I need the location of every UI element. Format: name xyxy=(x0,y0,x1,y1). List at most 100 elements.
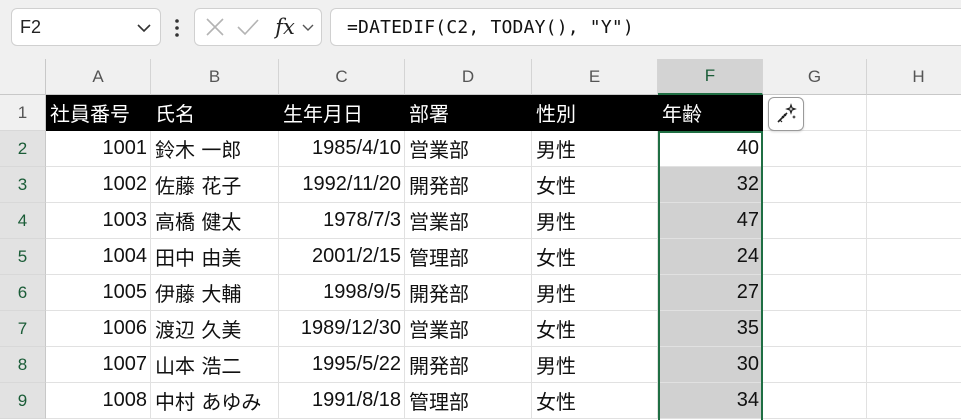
cell-employee-id[interactable]: 1004 xyxy=(46,239,151,275)
cell-name[interactable]: 佐藤 花子 xyxy=(151,167,279,203)
cell-empty[interactable] xyxy=(867,167,961,203)
row-header-5[interactable]: 5 xyxy=(0,239,46,275)
cell-gender[interactable]: 男性 xyxy=(532,347,658,383)
row-header-7[interactable]: 7 xyxy=(0,311,46,347)
cancel-icon[interactable] xyxy=(201,9,229,45)
cell-age[interactable]: 30 xyxy=(658,347,763,383)
cell-employee-id[interactable]: 1005 xyxy=(46,275,151,311)
header-cell-birthdate[interactable]: 生年月日 xyxy=(279,95,405,131)
cell-birthdate[interactable]: 1989/12/30 xyxy=(279,311,405,347)
cell-employee-id[interactable]: 1002 xyxy=(46,167,151,203)
cell-name[interactable]: 中村 あゆみ xyxy=(151,383,279,419)
row-header-8[interactable]: 8 xyxy=(0,347,46,383)
cell-birthdate[interactable]: 1992/11/20 xyxy=(279,167,405,203)
cell-birthdate[interactable]: 1991/8/18 xyxy=(279,383,405,419)
cell-empty[interactable] xyxy=(763,383,867,419)
cell-age[interactable]: 27 xyxy=(658,275,763,311)
header-cell-age[interactable]: 年齢 xyxy=(658,95,763,131)
cell-department[interactable]: 管理部 xyxy=(405,383,532,419)
cell-employee-id[interactable]: 1008 xyxy=(46,383,151,419)
cell-department[interactable]: 営業部 xyxy=(405,203,532,239)
cell-age[interactable]: 35 xyxy=(658,311,763,347)
cell-name[interactable]: 高橋 健太 xyxy=(151,203,279,239)
more-options-icon[interactable] xyxy=(172,17,182,39)
cell-name[interactable]: 山本 浩二 xyxy=(151,347,279,383)
cell-gender[interactable]: 女性 xyxy=(532,383,658,419)
cell-birthdate[interactable]: 1978/7/3 xyxy=(279,203,405,239)
cell-gender[interactable]: 男性 xyxy=(532,203,658,239)
cell-employee-id[interactable]: 1003 xyxy=(46,203,151,239)
name-box-value: F2 xyxy=(20,17,42,37)
cell-empty[interactable] xyxy=(867,347,961,383)
cell-department[interactable]: 営業部 xyxy=(405,311,532,347)
cell-department[interactable]: 開発部 xyxy=(405,275,532,311)
cell-empty[interactable] xyxy=(763,239,867,275)
cell-h1[interactable] xyxy=(867,95,961,131)
formula-bar: F2 fx =DATEDIF(C2, TODAY(), "Y") xyxy=(0,0,961,59)
row-header-6[interactable]: 6 xyxy=(0,275,46,311)
column-header-f[interactable]: F xyxy=(658,59,763,95)
cell-name[interactable]: 田中 由美 xyxy=(151,239,279,275)
cell-employee-id[interactable]: 1007 xyxy=(46,347,151,383)
cell-department[interactable]: 営業部 xyxy=(405,131,532,167)
column-header-b[interactable]: B xyxy=(151,59,279,95)
cell-age[interactable]: 24 xyxy=(658,239,763,275)
row-header-2[interactable]: 2 xyxy=(0,131,46,167)
column-header-g[interactable]: G xyxy=(763,59,867,95)
check-icon[interactable] xyxy=(233,9,263,45)
cell-employee-id[interactable]: 1006 xyxy=(46,311,151,347)
cell-empty[interactable] xyxy=(763,167,867,203)
column-header-a[interactable]: A xyxy=(46,59,151,95)
select-all-corner[interactable] xyxy=(0,59,46,95)
cell-name[interactable]: 鈴木 一郎 xyxy=(151,131,279,167)
cell-birthdate[interactable]: 1998/9/5 xyxy=(279,275,405,311)
row-header-9[interactable]: 9 xyxy=(0,383,46,419)
cell-department[interactable]: 開発部 xyxy=(405,167,532,203)
cell-empty[interactable] xyxy=(867,275,961,311)
row-header-4[interactable]: 4 xyxy=(0,203,46,239)
cell-empty[interactable] xyxy=(867,239,961,275)
cell-name[interactable]: 伊藤 大輔 xyxy=(151,275,279,311)
cell-empty[interactable] xyxy=(867,383,961,419)
cell-age[interactable]: 47 xyxy=(658,203,763,239)
cell-birthdate[interactable]: 2001/2/15 xyxy=(279,239,405,275)
cell-empty[interactable] xyxy=(867,131,961,167)
cell-empty[interactable] xyxy=(763,203,867,239)
chevron-down-icon[interactable] xyxy=(299,9,317,45)
cell-empty[interactable] xyxy=(763,311,867,347)
row-header-3[interactable]: 3 xyxy=(0,167,46,203)
cell-employee-id[interactable]: 1001 xyxy=(46,131,151,167)
header-cell-department[interactable]: 部署 xyxy=(405,95,532,131)
name-box[interactable]: F2 xyxy=(11,8,161,46)
cell-gender[interactable]: 女性 xyxy=(532,311,658,347)
header-cell-name[interactable]: 氏名 xyxy=(151,95,279,131)
insert-function-button[interactable]: fx xyxy=(271,9,299,45)
chevron-down-icon[interactable] xyxy=(134,18,154,38)
column-header-d[interactable]: D xyxy=(405,59,532,95)
row-header-1[interactable]: 1 xyxy=(0,95,46,131)
column-header-e[interactable]: E xyxy=(532,59,658,95)
header-cell-employee-id[interactable]: 社員番号 xyxy=(46,95,151,131)
cell-department[interactable]: 管理部 xyxy=(405,239,532,275)
cell-empty[interactable] xyxy=(763,275,867,311)
cell-name[interactable]: 渡辺 久美 xyxy=(151,311,279,347)
cell-birthdate[interactable]: 1995/5/22 xyxy=(279,347,405,383)
cell-gender[interactable]: 男性 xyxy=(532,275,658,311)
cell-empty[interactable] xyxy=(763,347,867,383)
quick-analysis-button[interactable] xyxy=(768,97,804,131)
cell-age-active[interactable]: 40 xyxy=(658,131,763,167)
cell-empty[interactable] xyxy=(763,131,867,167)
cell-empty[interactable] xyxy=(867,311,961,347)
column-header-h[interactable]: H xyxy=(867,59,961,95)
cell-gender[interactable]: 女性 xyxy=(532,239,658,275)
cell-department[interactable]: 開発部 xyxy=(405,347,532,383)
formula-input[interactable]: =DATEDIF(C2, TODAY(), "Y") xyxy=(330,8,961,46)
cell-age[interactable]: 32 xyxy=(658,167,763,203)
cell-age[interactable]: 34 xyxy=(658,383,763,419)
column-header-c[interactable]: C xyxy=(279,59,405,95)
cell-empty[interactable] xyxy=(867,203,961,239)
cell-birthdate[interactable]: 1985/4/10 xyxy=(279,131,405,167)
header-cell-gender[interactable]: 性別 xyxy=(532,95,658,131)
cell-gender[interactable]: 男性 xyxy=(532,131,658,167)
cell-gender[interactable]: 女性 xyxy=(532,167,658,203)
